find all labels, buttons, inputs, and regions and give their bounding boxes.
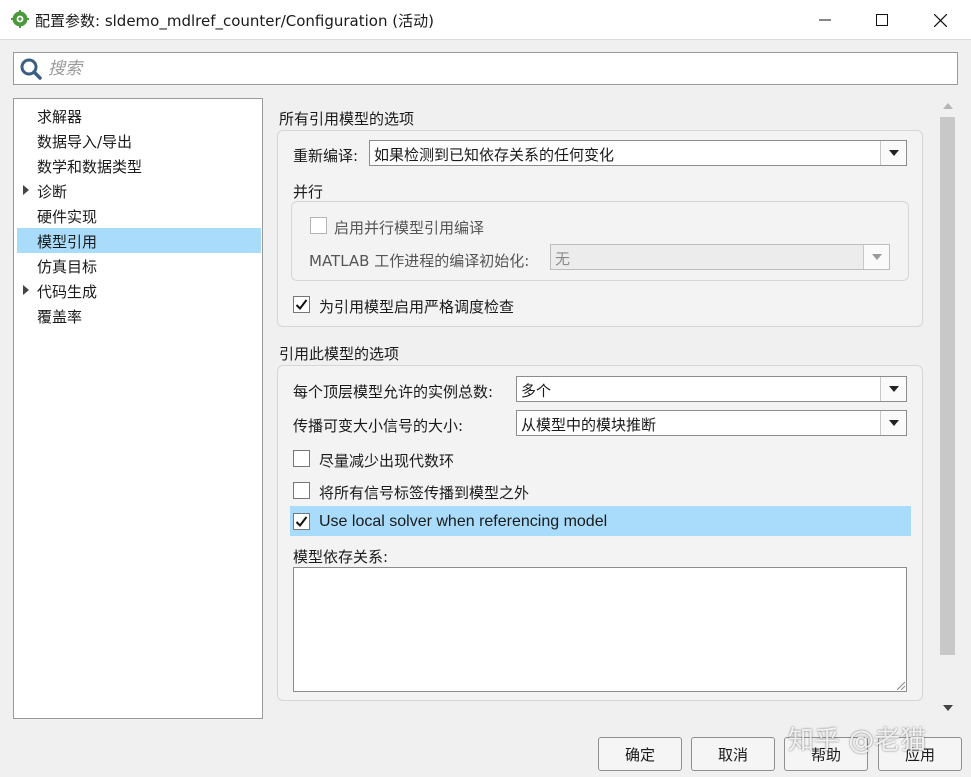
window-title: 配置参数: sldemo_mdlref_counter/Configuratio… <box>35 12 434 30</box>
dropdown-button[interactable] <box>880 141 906 165</box>
chevron-down-icon <box>872 254 882 260</box>
expand-arrow-icon[interactable] <box>23 285 29 295</box>
tree-item-code-generation[interactable]: 代码生成 <box>17 278 261 303</box>
checkmark-icon <box>295 516 308 528</box>
scrollbar-thumb[interactable] <box>940 117 955 655</box>
tree-item-label: 诊断 <box>37 183 68 201</box>
category-tree: 求解器 数据导入/导出 数学和数据类型 诊断 硬件实现 模型引用 仿真目标 代码… <box>13 98 263 719</box>
enable-parallel-checkbox[interactable] <box>310 217 327 234</box>
scroll-down-icon[interactable] <box>943 705 953 711</box>
dependencies-textarea[interactable] <box>293 567 907 692</box>
tree-item-label: 硬件实现 <box>37 208 98 226</box>
cancel-button[interactable]: 取消 <box>691 737 775 771</box>
close-button[interactable] <box>911 0 969 40</box>
help-button[interactable]: 帮助 <box>784 737 868 771</box>
matlab-init-dropdown[interactable]: 无 <box>550 244 890 270</box>
tree-item-hardware[interactable]: 硬件实现 <box>17 203 261 228</box>
minimize-icon <box>819 19 831 21</box>
tree-item-simulation-target[interactable]: 仿真目标 <box>17 253 261 278</box>
resize-grip-icon[interactable] <box>895 680 905 690</box>
maximize-button[interactable] <box>853 0 911 40</box>
matlab-init-value: 无 <box>555 250 571 268</box>
simulink-gear-icon <box>11 10 29 28</box>
rebuild-dropdown[interactable]: 如果检测到已知依存关系的任何变化 <box>369 140 907 166</box>
tree-item-label: 代码生成 <box>37 283 98 301</box>
close-icon <box>933 13 947 27</box>
propagate-size-value: 从模型中的模块推断 <box>521 416 657 434</box>
tree-item-label: 数学和数据类型 <box>37 158 143 176</box>
tree-item-solver[interactable]: 求解器 <box>17 103 261 128</box>
dropdown-button[interactable] <box>880 411 906 435</box>
local-solver-label: Use local solver when referencing model <box>319 513 608 530</box>
strict-scheduling-label: 为引用模型启用严格调度检查 <box>319 298 515 316</box>
tree-item-label: 覆盖率 <box>37 308 83 326</box>
search-icon <box>20 58 42 80</box>
dropdown-button[interactable] <box>863 245 889 269</box>
instances-value: 多个 <box>521 382 552 400</box>
apply-button[interactable]: 应用 <box>878 737 962 771</box>
tree-item-coverage[interactable]: 覆盖率 <box>17 303 261 328</box>
section-title-all-models: 所有引用模型的选项 <box>279 110 415 128</box>
search-input[interactable] <box>48 57 928 81</box>
tree-item-model-referencing[interactable]: 模型引用 <box>17 228 261 253</box>
enable-parallel-label: 启用并行模型引用编译 <box>334 219 485 237</box>
tree-item-math-data-types[interactable]: 数学和数据类型 <box>17 153 261 178</box>
strict-scheduling-checkbox[interactable] <box>293 296 310 313</box>
minimize-button[interactable] <box>796 0 854 40</box>
section-title-this-model: 引用此模型的选项 <box>279 345 400 363</box>
rebuild-label: 重新编译: <box>293 147 359 165</box>
ok-button[interactable]: 确定 <box>598 737 682 771</box>
minimize-algebraic-loops-checkbox[interactable] <box>293 450 310 467</box>
propagate-size-label: 传播可变大小信号的大小: <box>293 417 464 435</box>
parallel-title: 并行 <box>293 183 324 201</box>
expand-arrow-icon[interactable] <box>23 185 29 195</box>
dropdown-button[interactable] <box>880 377 906 401</box>
instances-dropdown[interactable]: 多个 <box>516 376 907 402</box>
tree-item-label: 模型引用 <box>37 233 98 251</box>
propagate-signal-labels-checkbox[interactable] <box>293 482 310 499</box>
tree-item-label: 仿真目标 <box>37 258 98 276</box>
checkmark-icon <box>295 299 308 311</box>
local-solver-checkbox[interactable] <box>293 513 310 530</box>
instances-label: 每个顶层模型允许的实例总数: <box>293 383 494 401</box>
propagate-signal-labels-label: 将所有信号标签传播到模型之外 <box>319 484 530 502</box>
rebuild-value: 如果检测到已知依存关系的任何变化 <box>374 146 615 164</box>
minimize-algebraic-loops-label: 尽量减少出现代数环 <box>319 452 455 470</box>
vertical-scrollbar[interactable] <box>939 99 956 719</box>
chevron-down-icon <box>889 386 899 392</box>
search-bar <box>13 52 958 85</box>
tree-item-diagnostics[interactable]: 诊断 <box>17 178 261 203</box>
tree-item-label: 数据导入/导出 <box>37 133 133 151</box>
tree-item-data-import-export[interactable]: 数据导入/导出 <box>17 128 261 153</box>
propagate-size-dropdown[interactable]: 从模型中的模块推断 <box>516 410 907 436</box>
tree-item-label: 求解器 <box>37 108 83 126</box>
chevron-down-icon <box>889 420 899 426</box>
scroll-up-icon[interactable] <box>943 103 953 109</box>
chevron-down-icon <box>889 150 899 156</box>
maximize-icon <box>876 14 888 26</box>
title-bar: 配置参数: sldemo_mdlref_counter/Configuratio… <box>0 0 971 40</box>
matlab-init-label: MATLAB 工作进程的编译初始化: <box>309 252 530 270</box>
dependencies-label: 模型依存关系: <box>293 548 389 566</box>
